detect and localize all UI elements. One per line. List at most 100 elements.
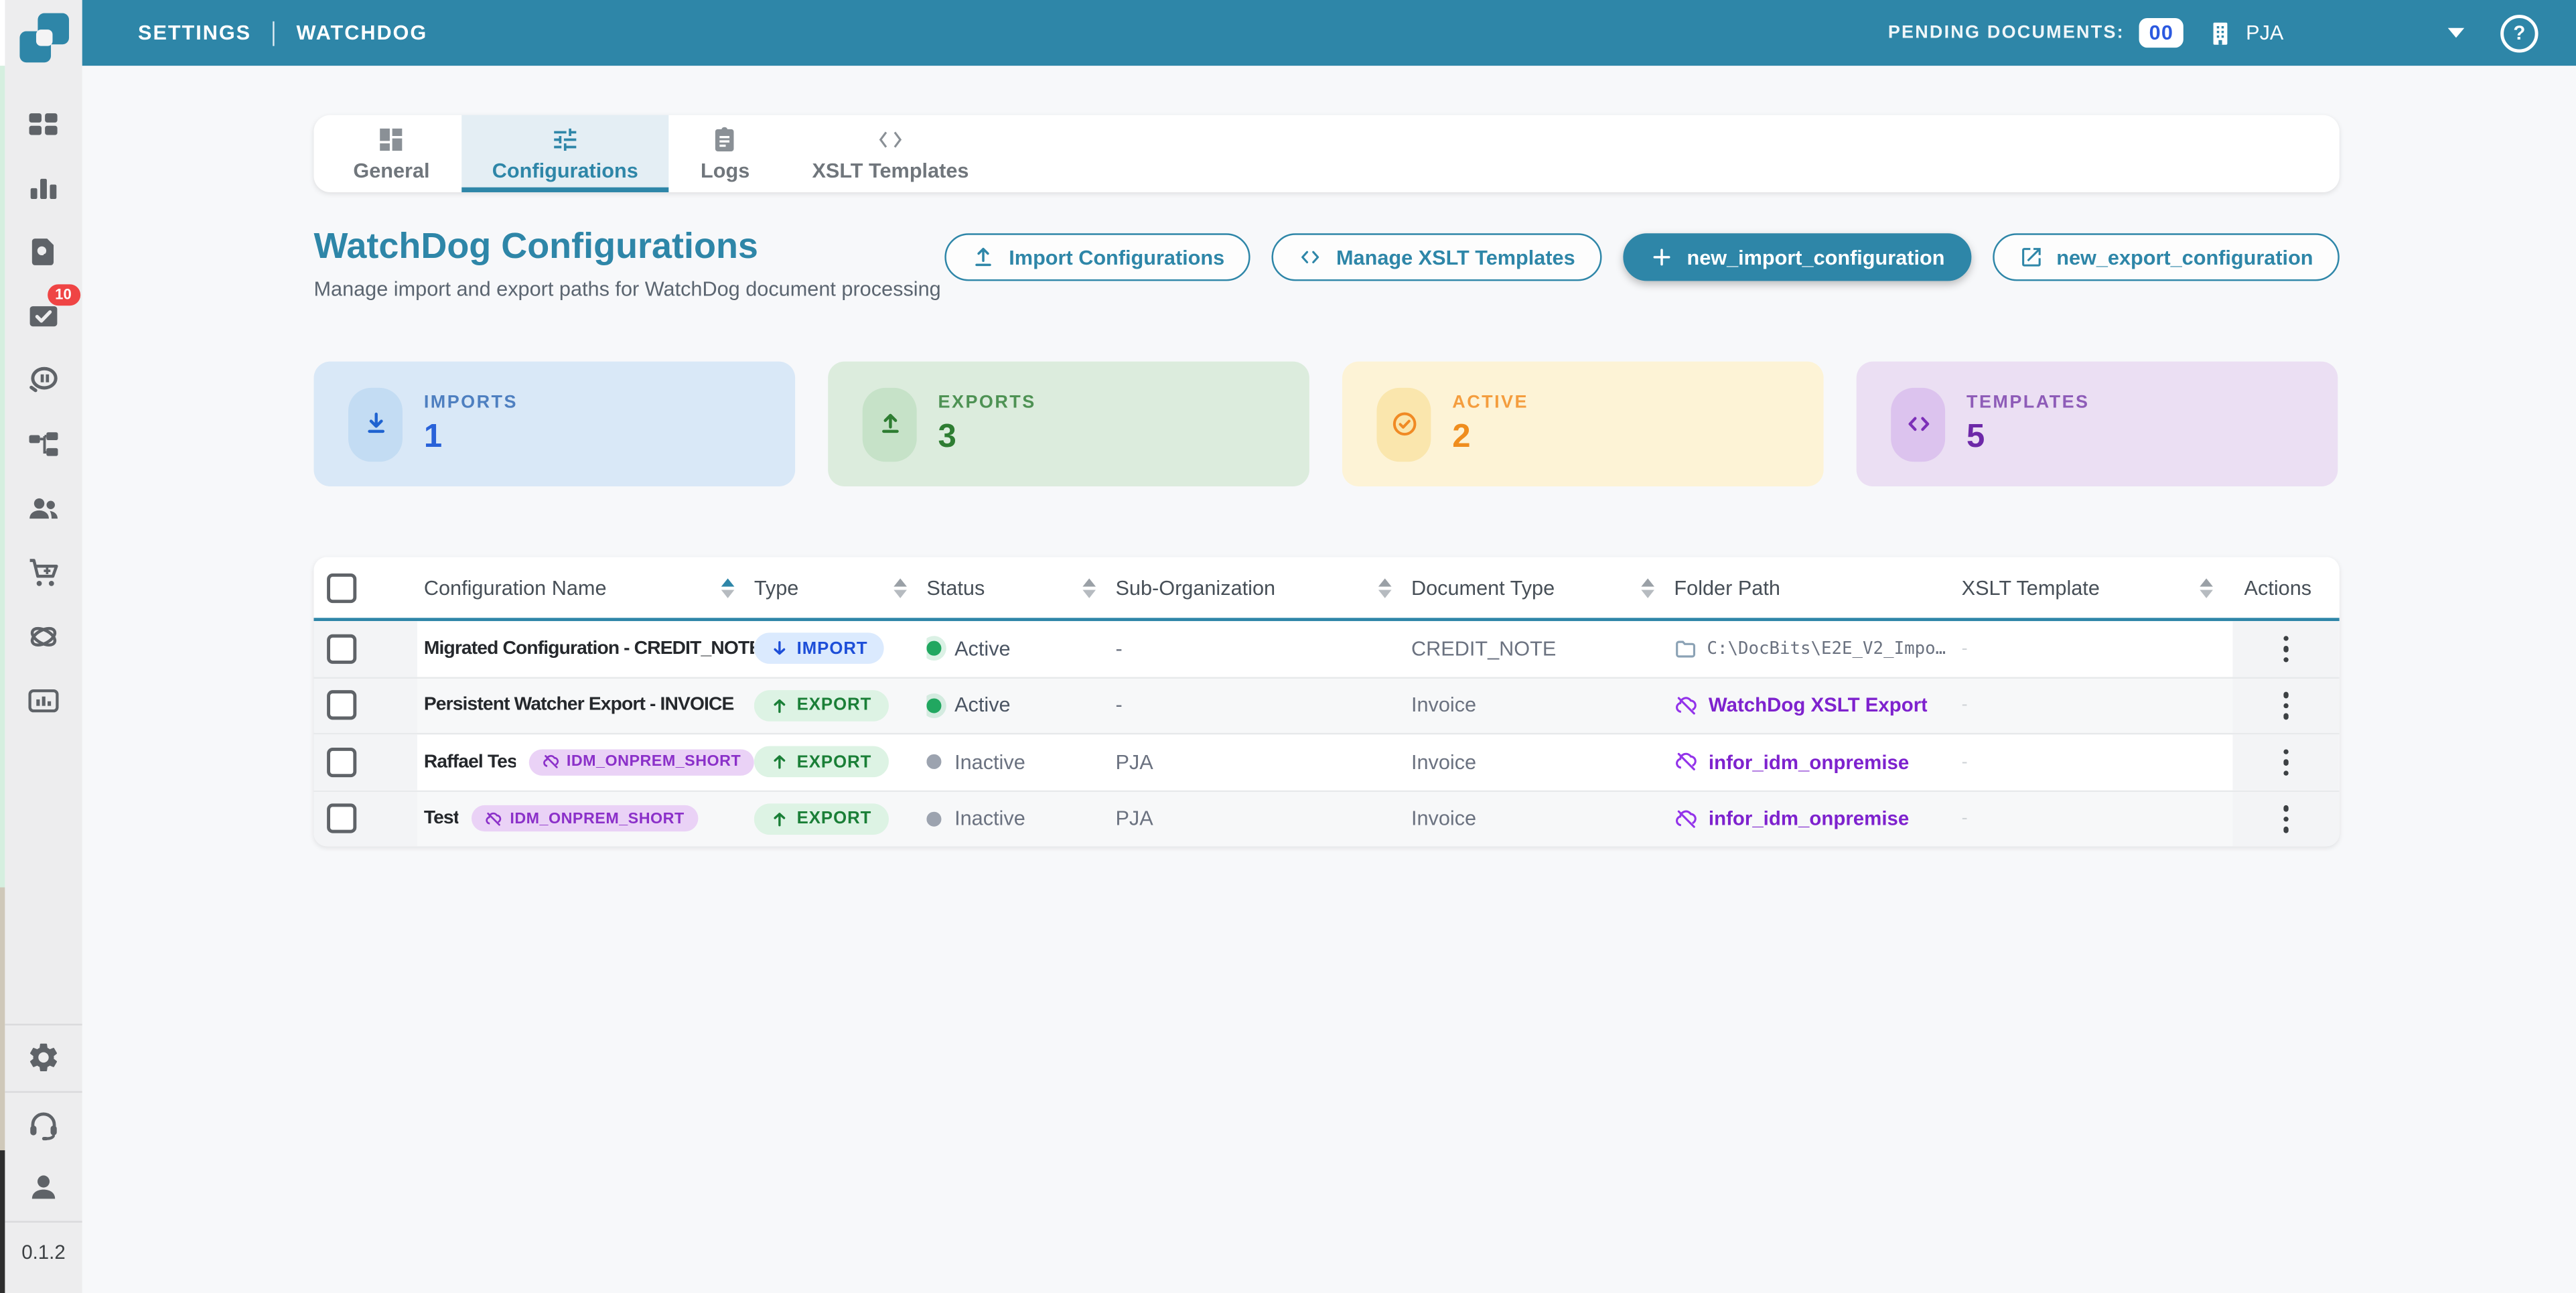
stat-label: ACTIVE <box>1452 392 1528 411</box>
organization-name: PJA <box>2246 21 2283 44</box>
configuration-name: Migrated Configuration - CREDIT_NOTE <box>424 639 754 659</box>
folder-path-link[interactable]: infor_idm_onpremise <box>1709 807 1909 830</box>
support-headset-icon[interactable] <box>24 1104 64 1144</box>
new-export-configuration-button[interactable]: new_export_configuration <box>1993 233 2340 281</box>
configuration-name: Raffael Test <box>424 752 516 772</box>
document-type: CREDIT_NOTE <box>1411 621 1674 676</box>
breadcrumb-separator <box>273 21 275 46</box>
sort-icon[interactable] <box>2200 577 2216 597</box>
tab-logs[interactable]: Logs <box>669 115 780 192</box>
integrations-icon[interactable] <box>24 616 64 656</box>
grid-icon <box>376 125 406 154</box>
app-version: 0.1.2 <box>5 1241 82 1264</box>
row-checkbox[interactable] <box>327 804 356 833</box>
stat-label: EXPORTS <box>938 392 1036 411</box>
row-actions-menu[interactable] <box>2277 799 2295 839</box>
sidebar: 10 <box>5 0 82 1293</box>
document-type: Invoice <box>1411 791 1674 846</box>
sort-icon[interactable] <box>1641 577 1658 597</box>
row-actions-menu[interactable] <box>2277 628 2295 669</box>
manage-xslt-templates-button[interactable]: Manage XSLT Templates <box>1272 233 1601 281</box>
sub-organization: PJA <box>1115 791 1411 846</box>
upload-icon <box>971 245 996 269</box>
column-header-sub-organization[interactable]: Sub-Organization <box>1115 576 1411 599</box>
tab-bar: General Configurations Logs XSLT Templat… <box>313 115 2339 192</box>
table-row: Migrated Configuration - CREDIT_NOTE IMP… <box>313 621 2339 678</box>
folder-path-link[interactable]: infor_idm_onpremise <box>1709 750 1909 773</box>
app-root: 10 <box>0 0 2576 1293</box>
app-logo[interactable] <box>19 13 68 63</box>
status-text: Active <box>954 694 1011 717</box>
row-checkbox[interactable] <box>327 634 356 663</box>
status-text: Inactive <box>954 750 1025 773</box>
breadcrumb-watchdog[interactable]: WATCHDOG <box>297 21 428 44</box>
folder-path: C:\DocBits\E2E_V2_Impo… <box>1707 639 1946 659</box>
row-checkbox[interactable] <box>327 747 356 776</box>
cart-add-icon[interactable] <box>24 552 64 592</box>
column-header-configuration-name[interactable]: Configuration Name <box>417 576 754 599</box>
document-type: Invoice <box>1411 734 1674 789</box>
arrow-up-icon <box>770 696 788 714</box>
tab-general[interactable]: General <box>322 115 461 192</box>
settings-gear-icon[interactable] <box>24 1037 64 1077</box>
sidebar-divider <box>5 1091 82 1093</box>
row-actions-menu[interactable] <box>2277 742 2295 782</box>
pending-documents-count: 00 <box>2139 18 2184 48</box>
column-header-xslt-template[interactable]: XSLT Template <box>1962 576 2233 599</box>
organization-selector[interactable]: PJA <box>2206 19 2283 47</box>
xslt-template-value: - <box>1962 695 1968 715</box>
users-icon[interactable] <box>24 488 64 527</box>
import-configurations-button[interactable]: Import Configurations <box>945 233 1251 281</box>
configuration-name: Persistent Watcher Export - INVOICE <box>424 695 734 715</box>
stat-cards: IMPORTS 1 EXPORTS 3 <box>313 362 2339 486</box>
select-all-checkbox[interactable] <box>327 573 356 602</box>
stat-card-imports: IMPORTS 1 <box>313 362 795 486</box>
tasks-icon[interactable]: 10 <box>24 296 64 336</box>
sort-icon[interactable] <box>893 577 910 597</box>
workflow-icon[interactable] <box>24 424 64 464</box>
sub-organization: - <box>1115 678 1411 733</box>
column-header-folder-path[interactable]: Folder Path <box>1674 576 1961 599</box>
column-header-type[interactable]: Type <box>754 576 927 599</box>
idm-onprem-badge: IDM_ONPREM_SHORT <box>472 805 697 831</box>
cloud-off-icon <box>1674 693 1699 718</box>
export-arrow-icon <box>863 387 917 461</box>
tab-xslt-templates[interactable]: XSLT Templates <box>781 115 1000 192</box>
building-icon <box>2206 19 2234 47</box>
column-header-document-type[interactable]: Document Type <box>1411 576 1674 599</box>
arrow-up-icon <box>770 810 788 828</box>
stat-card-exports: EXPORTS 3 <box>828 362 1309 486</box>
xslt-template-value: - <box>1962 752 1968 772</box>
row-checkbox[interactable] <box>327 691 356 720</box>
sort-icon[interactable] <box>1378 577 1395 597</box>
code-brackets-icon <box>1299 245 1323 269</box>
tab-configurations[interactable]: Configurations <box>461 115 669 192</box>
page-actions: Import Configurations Manage XSLT Templa… <box>945 233 2340 281</box>
status-dot-inactive <box>926 811 941 826</box>
analytics-icon[interactable] <box>24 167 64 207</box>
column-header-status[interactable]: Status <box>926 576 1115 599</box>
sort-icon[interactable] <box>1082 577 1099 597</box>
open-in-new-icon <box>2019 245 2044 269</box>
new-import-configuration-button[interactable]: new_import_configuration <box>1623 233 1971 281</box>
sort-icon[interactable] <box>721 577 738 597</box>
cloud-off-icon <box>1674 750 1699 774</box>
comment-search-icon[interactable] <box>24 360 64 399</box>
help-icon[interactable]: ? <box>2500 14 2538 52</box>
document-type: Invoice <box>1411 678 1674 733</box>
chevron-down-icon[interactable] <box>2448 28 2465 38</box>
report-widget-icon[interactable] <box>24 680 64 720</box>
row-actions-menu[interactable] <box>2277 685 2295 726</box>
breadcrumb-settings[interactable]: SETTINGS <box>138 21 251 44</box>
xslt-template-value: - <box>1962 639 1968 659</box>
dashboard-icon[interactable] <box>24 104 64 143</box>
profile-icon[interactable] <box>24 1166 64 1206</box>
stat-card-templates: TEMPLATES 5 <box>1857 362 2338 486</box>
stat-value: 1 <box>424 418 518 456</box>
document-search-icon[interactable] <box>24 232 64 271</box>
sub-organization: - <box>1115 621 1411 676</box>
arrow-up-icon <box>770 753 788 771</box>
arrow-down-icon <box>770 640 788 658</box>
folder-path-link[interactable]: WatchDog XSLT Export <box>1709 694 1928 717</box>
tune-sliders-icon <box>551 125 580 154</box>
